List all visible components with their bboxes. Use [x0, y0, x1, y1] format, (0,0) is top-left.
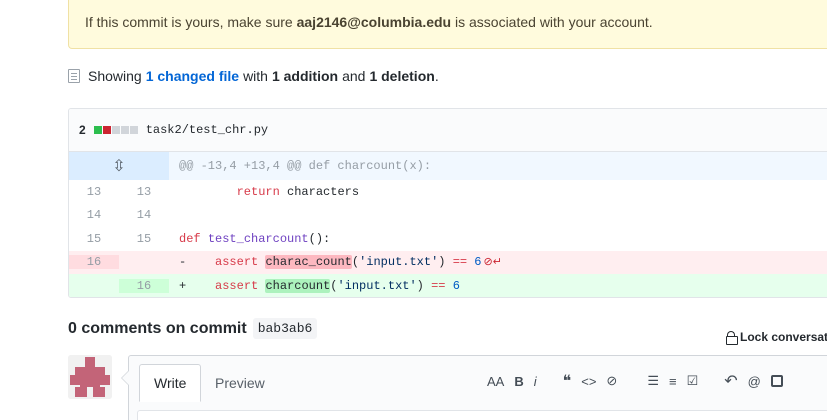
unordered-list-icon[interactable]: ☰ — [647, 373, 659, 389]
code-function-name: test_charcount — [207, 231, 309, 246]
diff-line: 13 13 return characters — [69, 180, 827, 204]
summary-additions: 1 addition — [271, 68, 339, 84]
mention-icon[interactable]: @ — [748, 374, 761, 389]
code-line: def test_charcount(): — [169, 232, 827, 246]
bold-icon[interactable]: B — [514, 374, 523, 389]
code-keyword: def — [179, 231, 201, 246]
quote-icon[interactable]: ❝ — [563, 371, 572, 391]
image-icon[interactable] — [770, 375, 783, 387]
new-line-number[interactable]: 14 — [119, 208, 169, 222]
diffstat-deletion — [102, 126, 111, 134]
diffstat-neutral — [120, 126, 129, 134]
tab-preview-label: Preview — [215, 375, 265, 391]
removed-word: charac_count — [265, 255, 352, 270]
code-text: (): — [308, 231, 331, 246]
header-text-icon[interactable]: AA — [487, 374, 504, 389]
summary-and: and — [342, 68, 366, 84]
old-line-number[interactable]: 15 — [69, 232, 119, 246]
deleted-line: 16 - assert charac_count('input.txt') ==… — [69, 250, 827, 274]
ordered-list-icon[interactable]: ≡ — [669, 374, 677, 389]
comment-textarea[interactable] — [137, 410, 827, 420]
addition-marker: + — [179, 278, 187, 293]
old-line-number[interactable]: 13 — [69, 185, 119, 199]
flash-email: aaj2146@columbia.edu — [296, 14, 452, 30]
hunk-header-text: @@ -13,4 +13,4 @@ def charcount(x): — [179, 159, 432, 173]
code-operator: == — [452, 255, 468, 270]
comments-heading: 0 comments on commit bab3ab6 — [68, 318, 318, 339]
diff-change-count: 2 — [79, 123, 86, 137]
lock-icon — [726, 331, 738, 345]
markdown-toolbar: AA B i ❝ <> ⊘ ☰ ≡ ☑ ↶ @ — [487, 371, 793, 391]
comment-editor: Write Preview AA B i ❝ <> ⊘ ☰ ≡ ☑ ↶ @ — [121, 355, 827, 420]
file-diff: 2 task2/test_chr.py ⇳ @@ -13,4 +13,4 @@ … — [68, 108, 827, 298]
code-keyword: assert — [215, 278, 259, 293]
lock-conversation-label: Lock conversation — [740, 330, 827, 344]
code-line: + assert charcount('input.txt') == 6 — [169, 278, 827, 293]
summary-showing: Showing — [88, 68, 142, 84]
summary-with: with — [243, 68, 268, 84]
new-line-number[interactable]: 16 — [119, 278, 169, 293]
code-keyword: assert — [215, 255, 259, 270]
diffstat-neutral — [111, 126, 120, 134]
no-newline-icon: ⊘↵ — [483, 257, 502, 270]
diff-summary: Showing 1 changed file with 1 addition a… — [68, 68, 439, 84]
summary-deletions: 1 deletion — [369, 68, 435, 84]
code-text: ) — [416, 278, 424, 293]
code-keyword: return — [236, 184, 280, 199]
tab-write-label: Write — [154, 375, 187, 391]
link-icon[interactable]: ⊘ — [606, 373, 617, 389]
flash-notice: If this commit is yours, make sure aaj21… — [68, 0, 827, 49]
identicon-icon — [68, 355, 112, 399]
comments-title-text: 0 comments on commit — [68, 319, 247, 337]
flash-suffix: is associated with your account. — [455, 14, 653, 30]
old-line-number[interactable]: 14 — [69, 208, 119, 222]
diffstat-bar — [93, 126, 138, 134]
added-line: 16 + assert charcount('input.txt') == 6 — [69, 274, 827, 297]
code-text: characters — [279, 184, 360, 199]
code-number: 6 — [474, 255, 482, 270]
code-line: - assert charac_count('input.txt') == 6 ⊘… — [169, 255, 827, 270]
avatar[interactable] — [68, 355, 112, 399]
code-string: 'input.txt' — [337, 278, 417, 293]
new-line-number[interactable]: 15 — [119, 232, 169, 246]
reply-icon[interactable]: ↶ — [724, 371, 737, 391]
code-number: 6 — [452, 278, 460, 293]
code-string: 'input.txt' — [359, 255, 439, 270]
old-line-number[interactable]: 16 — [69, 255, 119, 270]
tab-write[interactable]: Write — [139, 364, 202, 402]
code-line: return characters — [169, 185, 827, 199]
diffstat-neutral — [129, 126, 138, 134]
lock-conversation-button[interactable]: Lock conversation — [726, 330, 827, 345]
diff-file-header: 2 task2/test_chr.py — [69, 109, 827, 152]
file-diff-icon — [68, 69, 80, 83]
code-operator: == — [431, 278, 446, 293]
hunk-header-row: ⇳ @@ -13,4 +13,4 @@ def charcount(x): — [69, 152, 827, 180]
summary-period: . — [434, 68, 439, 84]
italic-icon[interactable]: i — [534, 374, 537, 389]
code-icon[interactable]: <> — [581, 374, 596, 389]
tab-preview[interactable]: Preview — [201, 364, 279, 402]
added-word: charcount — [265, 278, 331, 293]
diffstat-addition — [93, 126, 102, 134]
changed-files-link[interactable]: 1 changed file — [146, 68, 239, 84]
flash-prefix: If this commit is yours, make sure — [85, 14, 293, 30]
deletion-marker: - — [179, 255, 187, 270]
diff-line: 14 14 — [69, 204, 827, 228]
commit-sha[interactable]: bab3ab6 — [252, 318, 318, 339]
code-text: ( — [351, 255, 360, 270]
flash-text: If this commit is yours, make sure aaj21… — [85, 14, 653, 30]
code-text: ) — [438, 255, 446, 270]
diff-file-name[interactable]: task2/test_chr.py — [146, 123, 268, 137]
task-list-icon[interactable]: ☑ — [687, 373, 699, 389]
diff-line: 15 15 def test_charcount(): — [69, 227, 827, 251]
expand-icon[interactable]: ⇳ — [69, 152, 169, 180]
new-line-number[interactable]: 13 — [119, 185, 169, 199]
